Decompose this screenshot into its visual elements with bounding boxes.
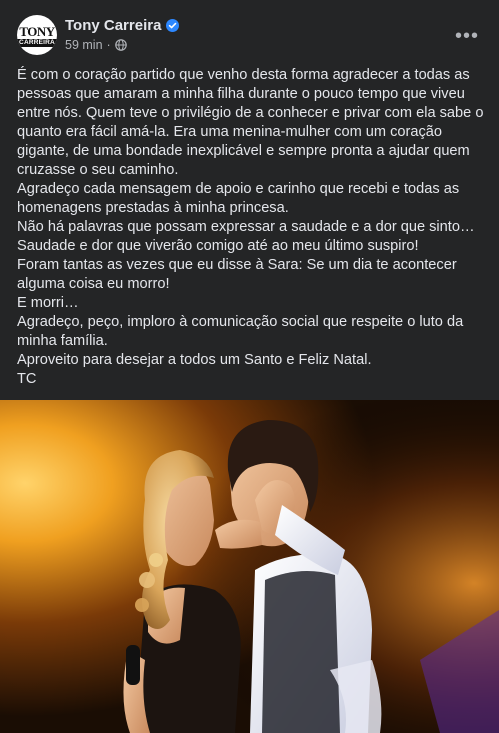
microphone bbox=[126, 645, 140, 685]
avatar-logo-bottom: CARREIRA bbox=[17, 38, 57, 48]
meta-separator: · bbox=[106, 38, 111, 52]
post-photo[interactable] bbox=[0, 400, 499, 733]
post-paragraph: Não há palavras que possam expressar a s… bbox=[17, 219, 475, 235]
verified-badge-icon bbox=[166, 19, 180, 32]
post-text: É com o coração partido que venho desta … bbox=[17, 66, 487, 389]
more-options-button[interactable]: ••• bbox=[451, 20, 483, 52]
post-header: TONY CARREIRA Tony Carreira 59 min · ••• bbox=[0, 0, 499, 64]
post-paragraph: Agradeço, peço, imploro à comunicação so… bbox=[17, 314, 468, 349]
post-paragraph: Foram tantas as vezes que eu disse à Sar… bbox=[17, 257, 461, 292]
author-line: Tony Carreira bbox=[65, 17, 180, 34]
post-meta: 59 min · bbox=[65, 38, 127, 52]
hair-curl bbox=[149, 553, 163, 567]
post-paragraph: É com o coração partido que venho desta … bbox=[17, 67, 488, 178]
facebook-post: TONY CARREIRA Tony Carreira 59 min · •••… bbox=[0, 0, 499, 733]
concert-photo bbox=[0, 400, 499, 733]
post-paragraph: E morri… bbox=[17, 295, 79, 311]
hair-curl bbox=[135, 598, 149, 612]
post-paragraph: TC bbox=[17, 371, 37, 387]
avatar-logo-top: TONY bbox=[19, 23, 55, 39]
post-timestamp[interactable]: 59 min bbox=[65, 38, 103, 52]
post-paragraph: Agradeço cada mensagem de apoio e carinh… bbox=[17, 181, 464, 216]
man-vest bbox=[262, 571, 340, 733]
post-paragraph: Aproveito para desejar a todos um Santo … bbox=[17, 352, 372, 368]
hair-curl bbox=[139, 572, 155, 588]
globe-icon[interactable] bbox=[114, 39, 127, 51]
post-paragraph: Saudade e dor que viverão comigo até ao … bbox=[17, 238, 419, 254]
avatar[interactable]: TONY CARREIRA bbox=[17, 15, 57, 55]
author-name[interactable]: Tony Carreira bbox=[65, 17, 161, 34]
